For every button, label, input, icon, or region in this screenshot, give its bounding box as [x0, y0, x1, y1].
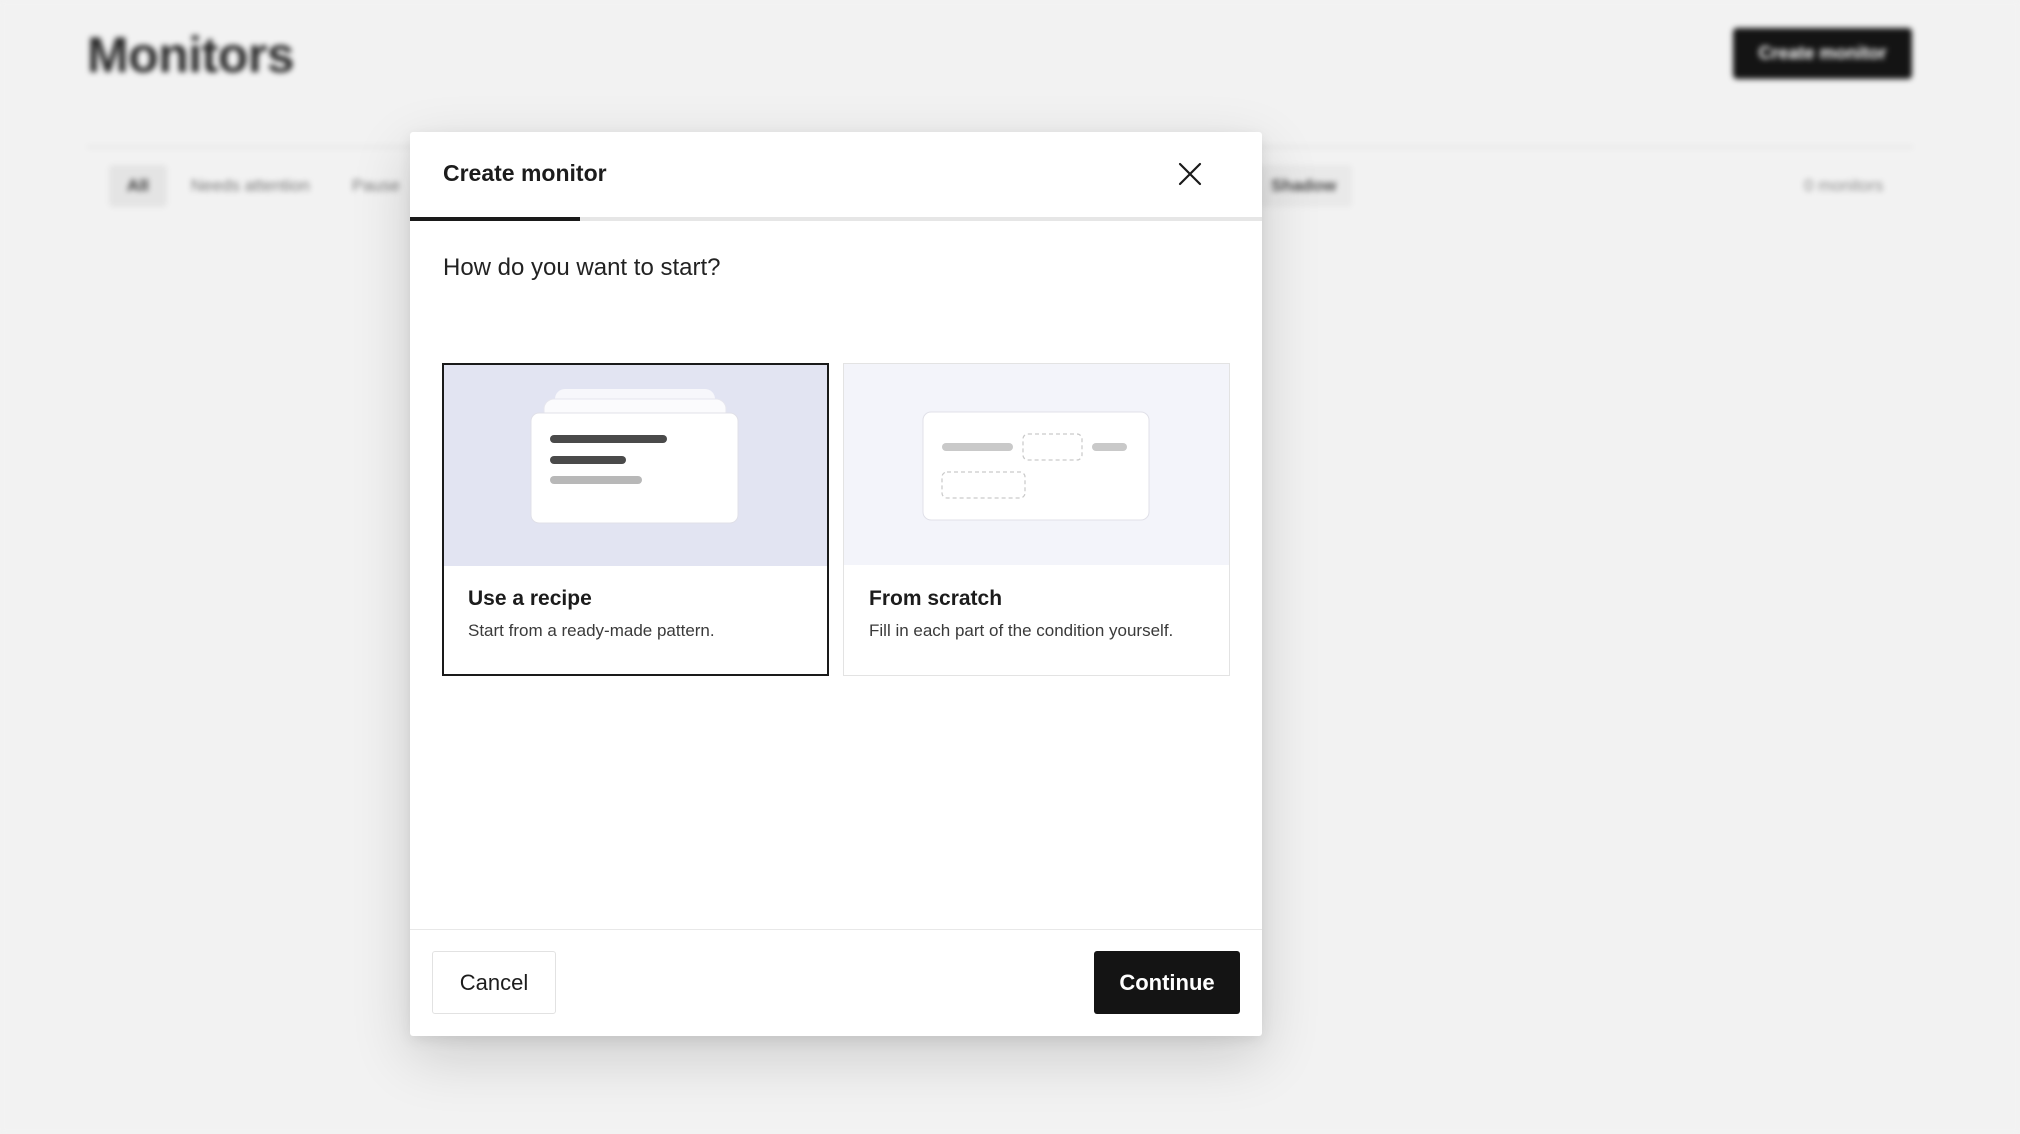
- option-from-scratch[interactable]: From scratch Fill in each part of the co…: [843, 363, 1230, 676]
- footer-divider: [410, 929, 1262, 930]
- step-progress-bar: [410, 217, 1262, 221]
- create-monitor-dialog: Create monitor How do you want to start?…: [410, 132, 1262, 1036]
- option-title: Use a recipe: [468, 587, 592, 610]
- step-progress-fill: [410, 217, 581, 221]
- dialog-header: Create monitor: [410, 132, 1262, 219]
- option-description: Start from a ready-made pattern.: [468, 621, 715, 640]
- continue-button[interactable]: Continue: [1094, 951, 1240, 1014]
- tab-paused[interactable]: Pause: [334, 165, 418, 207]
- close-button[interactable]: [1174, 158, 1206, 190]
- blank-condition-illustration: [844, 364, 1229, 565]
- stacked-cards-illustration: [444, 365, 827, 566]
- filter-tabs: All Needs attention Pause: [109, 165, 418, 207]
- tab-shadow[interactable]: Shadow: [1255, 165, 1353, 207]
- dialog-question: How do you want to start?: [443, 254, 721, 281]
- option-use-recipe[interactable]: Use a recipe Start from a ready-made pat…: [442, 363, 829, 676]
- cancel-button[interactable]: Cancel: [432, 951, 556, 1014]
- dialog-title: Create monitor: [443, 160, 607, 186]
- tab-needs-attention[interactable]: Needs attention: [173, 165, 328, 207]
- page-title: Monitors: [87, 27, 295, 83]
- tab-all[interactable]: All: [109, 165, 167, 207]
- close-icon: [1178, 162, 1202, 186]
- option-description: Fill in each part of the condition yours…: [869, 621, 1174, 640]
- option-title: From scratch: [869, 587, 1003, 610]
- create-monitor-button[interactable]: Create monitor: [1733, 28, 1912, 79]
- monitor-count: 0 monitors: [1804, 176, 1884, 195]
